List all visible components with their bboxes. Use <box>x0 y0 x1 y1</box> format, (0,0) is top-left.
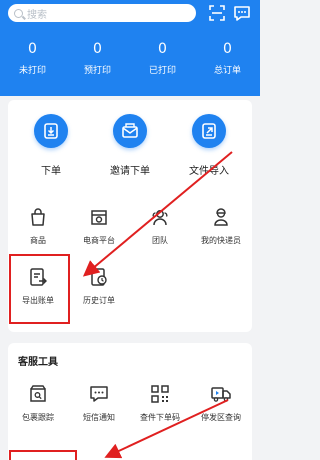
grid-item-ecommerce[interactable]: 电商平台 <box>68 206 130 246</box>
envelope-icon <box>113 114 147 148</box>
invite-order-button[interactable]: 邀请下单 <box>90 114 170 177</box>
grid-item-team[interactable]: 团队 <box>129 206 191 246</box>
place-order-button[interactable]: 下单 <box>11 114 91 177</box>
grid-item-products[interactable]: 商品 <box>7 206 69 246</box>
grid-item-label: 商品 <box>30 236 46 245</box>
stat-label: 总订单 <box>213 66 241 76</box>
package-search-icon <box>27 383 49 405</box>
header-bar: 搜索 0 未打印 0 预打印 0 已打印 0 总订单 <box>0 0 260 96</box>
grid-item-label: 电商平台 <box>83 236 115 245</box>
annotation-highlight-box <box>9 450 77 460</box>
stat-value: 0 <box>158 41 167 57</box>
place-order-label: 下单 <box>41 166 61 177</box>
file-import-icon <box>192 114 226 148</box>
stat-printed[interactable]: 0 已打印 <box>130 40 195 78</box>
grid-item-my-courier[interactable]: 我的快递员 <box>190 206 252 246</box>
tool-label: 短信通知 <box>83 413 115 422</box>
search-icon <box>14 8 23 18</box>
stat-label: 预打印 <box>83 66 111 76</box>
tool-label: 停发区查询 <box>201 413 241 422</box>
search-placeholder: 搜索 <box>27 9 47 21</box>
section-title: 客服工具 <box>18 357 58 368</box>
scan-icon[interactable] <box>208 4 226 22</box>
tool-package-tracking[interactable]: 包裹跟踪 <box>7 383 69 423</box>
grid-item-order-history[interactable]: 历史订单 <box>68 266 130 306</box>
tool-label: 包裹跟踪 <box>22 413 54 422</box>
stat-preprinted[interactable]: 0 预打印 <box>65 40 130 78</box>
sms-icon <box>88 383 110 405</box>
tool-suspended-area-query[interactable]: 停发区查询 <box>190 383 252 423</box>
service-tools-card: 客服工具 包裹跟踪 短信通知 查件下单码 停发区查询 <box>8 343 252 460</box>
invite-order-label: 邀请下单 <box>110 166 150 177</box>
order-stats: 0 未打印 0 预打印 0 已打印 0 总订单 <box>0 40 260 78</box>
stat-value: 0 <box>223 41 232 57</box>
shopping-bag-icon <box>27 206 49 228</box>
stat-value: 0 <box>93 41 102 57</box>
truck-icon <box>210 383 232 405</box>
stat-label: 已打印 <box>148 66 176 76</box>
tool-label: 查件下单码 <box>140 413 180 422</box>
courier-icon <box>210 206 232 228</box>
grid-item-label: 团队 <box>152 236 168 245</box>
file-import-button[interactable]: 文件导入 <box>169 114 249 177</box>
stat-value: 0 <box>28 41 37 57</box>
annotation-highlight-box <box>9 254 70 324</box>
stat-label: 未打印 <box>18 66 46 76</box>
tool-sms-notification[interactable]: 短信通知 <box>68 383 130 423</box>
stat-unprinted[interactable]: 0 未打印 <box>0 40 65 78</box>
grid-item-label: 我的快递员 <box>201 236 241 245</box>
store-icon <box>88 206 110 228</box>
file-import-label: 文件导入 <box>189 166 229 177</box>
grid-item-label: 历史订单 <box>83 296 115 305</box>
tool-query-order-code[interactable]: 查件下单码 <box>129 383 191 423</box>
history-order-icon <box>88 266 110 288</box>
team-icon <box>149 206 171 228</box>
order-icon <box>34 114 68 148</box>
stat-total[interactable]: 0 总订单 <box>195 40 260 78</box>
qr-code-icon <box>149 383 171 405</box>
message-icon[interactable] <box>233 4 251 22</box>
search-bar[interactable]: 搜索 <box>8 4 196 22</box>
